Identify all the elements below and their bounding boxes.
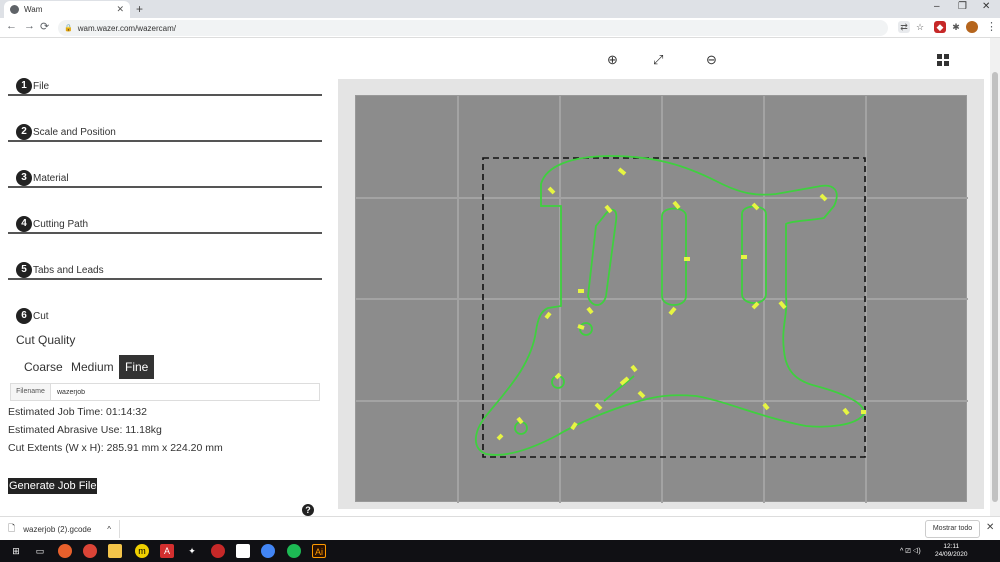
close-download-bar-icon[interactable]: ✕ (986, 522, 994, 533)
minimize-button[interactable]: – (934, 1, 940, 12)
cut-quality-label: Cut Quality (16, 333, 76, 347)
clock[interactable]: 12:11 24/09/2020 (935, 543, 968, 559)
window-close-button[interactable]: ✕ (982, 1, 990, 12)
document-icon[interactable] (236, 544, 250, 558)
step-file[interactable]: 1 File (8, 50, 322, 96)
zoom-out-icon[interactable]: ⊖ (706, 52, 717, 68)
step-label: Tabs and Leads (33, 265, 104, 276)
filename-field: Filename (10, 383, 320, 401)
step-cutting-path[interactable]: 4 Cutting Path (8, 188, 322, 234)
cut-extents: Cut Extents (W x H): 285.91 mm x 224.20 … (8, 442, 223, 454)
file-explorer-icon[interactable] (108, 544, 122, 558)
chevron-up-icon[interactable]: ^ (107, 525, 111, 534)
cut-canvas[interactable] (355, 95, 968, 503)
selector-slot (603, 375, 635, 402)
address-bar: ← → ⟳ 🔒 wam.wazer.com/wazercam/ ⋮ (0, 18, 1000, 38)
taskbar: ⊞ ▭ m A ✦ Ai (0, 540, 1000, 562)
extension-shield-icon[interactable]: ◆ (934, 21, 946, 33)
avatar[interactable] (966, 21, 978, 33)
quality-medium-button[interactable]: Medium (65, 355, 120, 379)
quality-fine-button[interactable]: Fine (119, 355, 155, 379)
step-number: 5 (16, 262, 32, 278)
puzzle-icon[interactable]: ✱ (950, 21, 962, 33)
step-number: 1 (16, 78, 32, 94)
pickup-slot-bridge (741, 205, 767, 304)
pickup-slot-neck (587, 208, 618, 306)
step-number: 2 (16, 124, 32, 140)
spotify-icon[interactable] (287, 544, 301, 558)
step-cut[interactable]: 6 Cut (8, 280, 322, 326)
download-filename: wazerjob (2).gcode (23, 524, 92, 534)
grid-view-icon[interactable] (937, 54, 949, 66)
tab-bar: Wam ✕ + – ❐ ✕ (0, 0, 1000, 18)
chrome-alt-icon[interactable] (261, 544, 275, 558)
forward-button[interactable]: → (24, 20, 35, 32)
job-time: Estimated Job Time: 01:14:32 (8, 406, 147, 418)
app-bird-icon[interactable]: ✦ (185, 544, 199, 558)
sidebar: 1 File 2 Scale and Position 3 Material 4… (0, 38, 330, 516)
download-bar: 🗋 wazerjob (2).gcode ^ Mostrar todo ✕ (0, 516, 1000, 540)
back-button[interactable]: ← (6, 20, 17, 32)
step-label: File (33, 81, 50, 92)
tab-title: Wam (24, 5, 43, 14)
task-view-icon[interactable]: ▭ (33, 544, 47, 558)
generate-job-button[interactable]: Generate Job File (8, 478, 98, 494)
browser-tab[interactable]: Wam ✕ (4, 1, 130, 18)
step-number: 6 (16, 308, 32, 324)
abrasive-use: Estimated Abrasive Use: 11.18kg (8, 424, 162, 436)
clock-date: 24/09/2020 (935, 551, 968, 558)
fit-screen-icon[interactable]: ⤢ (653, 52, 663, 68)
browser-menu-icon[interactable]: ⋮ (986, 20, 997, 33)
star-icon[interactable]: ☆ (914, 21, 926, 33)
translate-icon[interactable]: ⇄ (898, 21, 910, 33)
step-label: Cutting Path (33, 219, 89, 230)
maximize-button[interactable]: ❐ (958, 1, 967, 12)
close-tab-icon[interactable]: ✕ (116, 4, 124, 15)
canvas-drawing (356, 96, 968, 503)
step-material[interactable]: 3 Material (8, 142, 322, 188)
lock-icon: 🔒 (64, 25, 73, 32)
step-number: 4 (16, 216, 32, 232)
illustrator-icon[interactable]: Ai (312, 544, 326, 558)
filename-label: Filename (11, 384, 51, 400)
chrome-icon[interactable] (83, 544, 97, 558)
pickup-slot-middle (661, 207, 687, 306)
opera-icon[interactable] (211, 544, 225, 558)
acrobat-icon[interactable]: A (160, 544, 174, 558)
url-input[interactable]: 🔒 wam.wazer.com/wazercam/ (58, 20, 888, 36)
reload-button[interactable]: ⟳ (40, 20, 49, 33)
show-all-button[interactable]: Mostrar todo (925, 520, 980, 538)
cut-path (474, 155, 865, 456)
zoom-in-icon[interactable]: ⊕ (607, 52, 618, 68)
filename-input[interactable] (51, 384, 319, 400)
globe-icon (10, 5, 19, 14)
new-tab-button[interactable]: + (136, 2, 143, 16)
step-label: Material (33, 173, 69, 184)
step-scale-position[interactable]: 2 Scale and Position (8, 96, 322, 142)
windows-start-icon[interactable]: ⊞ (9, 544, 23, 558)
file-icon: 🗋 (8, 523, 16, 533)
step-tabs-leads[interactable]: 5 Tabs and Leads (8, 234, 322, 280)
clock-time: 12:11 (943, 543, 960, 550)
help-icon[interactable]: ? (302, 504, 314, 516)
quality-coarse-button[interactable]: Coarse (18, 355, 69, 379)
step-label: Cut (33, 311, 49, 322)
url-text: wam.wazer.com/wazercam/ (77, 23, 176, 33)
step-number: 3 (16, 170, 32, 186)
step-label: Scale and Position (33, 127, 116, 138)
download-item[interactable]: 🗋 wazerjob (2).gcode ^ (8, 520, 120, 538)
firefox-icon[interactable] (58, 544, 72, 558)
app-m-icon[interactable]: m (135, 544, 149, 558)
scrollbar-thumb[interactable] (992, 72, 998, 502)
system-tray-icons[interactable]: ^ ⎚ ◁) (900, 548, 921, 556)
